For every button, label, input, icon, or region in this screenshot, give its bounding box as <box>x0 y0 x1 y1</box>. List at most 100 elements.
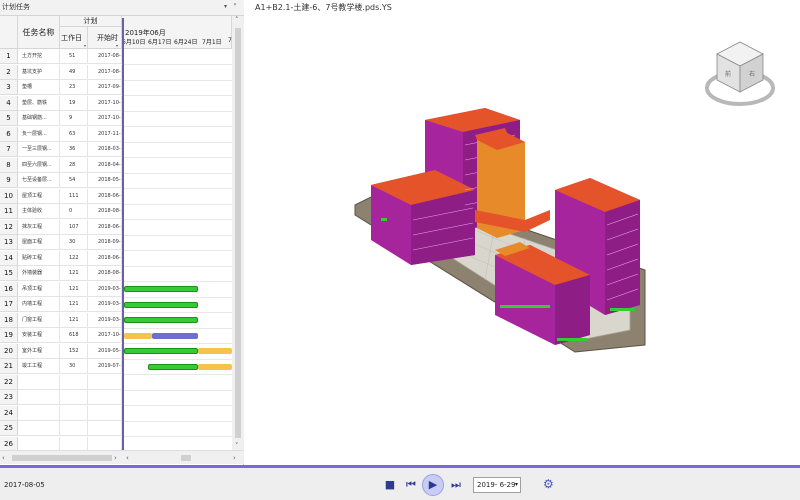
task-name-cell[interactable] <box>18 390 60 405</box>
vertical-scrollbar[interactable]: ˄ ˅ <box>232 16 244 450</box>
start-date-cell[interactable]: 2018-06- <box>88 250 122 266</box>
workdays-cell[interactable] <box>60 374 88 390</box>
workdays-cell[interactable]: 63 <box>60 126 88 142</box>
start-date-cell[interactable] <box>88 374 122 390</box>
workdays-cell[interactable]: 30 <box>60 359 88 374</box>
workdays-cell[interactable]: 19 <box>60 95 88 111</box>
task-name-cell[interactable]: 基础钢筋... <box>18 111 60 126</box>
start-date-cell[interactable]: 2019-05- <box>88 343 122 359</box>
chevron-down-icon[interactable]: ▾ <box>515 478 518 492</box>
workdays-cell[interactable]: 121 <box>60 297 88 312</box>
start-date-cell[interactable]: 2019-03- <box>88 297 122 312</box>
workdays-cell[interactable]: 121 <box>60 312 88 328</box>
start-date-cell[interactable]: 2019-03- <box>88 281 122 297</box>
play-icon[interactable]: ▶ <box>422 474 444 496</box>
task-name-cell[interactable]: 土方开挖 <box>18 49 60 64</box>
start-date-cell[interactable] <box>88 436 122 450</box>
workdays-cell[interactable]: 28 <box>60 157 88 173</box>
gantt-task-bar[interactable] <box>124 301 198 308</box>
task-name-cell[interactable]: 吊顶工程 <box>18 281 60 297</box>
gantt-task-bar[interactable] <box>148 363 198 370</box>
date-picker[interactable]: 2019- 6-29 ▾ <box>473 477 521 493</box>
row-number[interactable]: 4 <box>0 95 18 111</box>
workdays-cell[interactable] <box>60 390 88 405</box>
start-date-cell[interactable]: 2017-09- <box>88 80 122 95</box>
gear-icon[interactable]: ⚙ <box>543 477 554 491</box>
gantt-task-bar[interactable] <box>198 348 232 354</box>
row-number[interactable]: 1 <box>0 49 18 64</box>
task-name-cell[interactable] <box>18 436 60 450</box>
task-name-cell[interactable]: 一至三层钢... <box>18 142 60 157</box>
workdays-cell[interactable]: 23 <box>60 80 88 95</box>
row-number[interactable]: 6 <box>0 126 18 142</box>
task-name-cell[interactable] <box>18 421 60 436</box>
model-viewport[interactable]: A1+B2.1-土建-6、7号教学楼.pds.YS 前 右 <box>245 0 800 465</box>
row-number[interactable]: 22 <box>0 374 18 390</box>
row-number[interactable]: 12 <box>0 219 18 235</box>
workdays-cell[interactable]: 107 <box>60 219 88 235</box>
start-date-cell[interactable]: 2018-06- <box>88 219 122 235</box>
gantt-task-bar[interactable] <box>124 286 198 292</box>
start-date-cell[interactable]: 2017-10- <box>88 95 122 111</box>
sort-arrow-icon[interactable]: ▾ <box>84 43 86 48</box>
row-number[interactable]: 2 <box>0 64 18 80</box>
row-number[interactable]: 13 <box>0 235 18 250</box>
task-name-cell[interactable]: 负一层钢... <box>18 126 60 142</box>
workdays-cell[interactable]: 51 <box>60 49 88 64</box>
row-number[interactable]: 14 <box>0 250 18 266</box>
workdays-cell[interactable]: 54 <box>60 173 88 188</box>
task-name-cell[interactable]: 垫槽 <box>18 80 60 95</box>
scroll-right-icon[interactable]: › <box>233 451 236 465</box>
row-number[interactable]: 20 <box>0 343 18 359</box>
workdays-cell[interactable] <box>60 436 88 450</box>
task-name-cell[interactable]: 贴砖工程 <box>18 250 60 266</box>
row-number[interactable]: 18 <box>0 312 18 328</box>
gantt-task-bar[interactable] <box>124 332 152 339</box>
scroll-left-icon[interactable]: ‹ <box>2 451 5 465</box>
scrollbar-thumb[interactable] <box>181 455 191 461</box>
start-date-cell[interactable]: 2019-03- <box>88 312 122 328</box>
workdays-cell[interactable] <box>60 405 88 421</box>
workdays-cell[interactable]: 30 <box>60 235 88 250</box>
skip-back-icon[interactable]: ⏮ <box>403 477 419 493</box>
task-name-cell[interactable]: 门窗工程 <box>18 312 60 328</box>
task-name-cell[interactable]: 基坑支护 <box>18 64 60 80</box>
task-name-cell[interactable] <box>18 405 60 421</box>
gantt-task-bar[interactable] <box>152 332 198 339</box>
stop-icon[interactable]: ■ <box>382 477 398 493</box>
workdays-cell[interactable]: 9 <box>60 111 88 126</box>
row-number[interactable]: 25 <box>0 421 18 436</box>
start-date-cell[interactable]: 2019-07- <box>88 359 122 374</box>
scrollbar-thumb[interactable] <box>12 455 112 461</box>
workdays-cell[interactable]: 0 <box>60 204 88 219</box>
col-header-task-name[interactable]: 任务名称 <box>18 16 60 49</box>
sort-arrow-icon[interactable]: ▾ <box>116 43 118 48</box>
start-date-cell[interactable]: 2018-08- <box>88 204 122 219</box>
row-number[interactable]: 17 <box>0 297 18 312</box>
scroll-left-icon[interactable]: ‹ <box>126 451 129 465</box>
start-date-cell[interactable] <box>88 390 122 405</box>
task-name-cell[interactable]: 竣工工程 <box>18 359 60 374</box>
start-date-cell[interactable]: 2017-08- <box>88 49 122 64</box>
current-date-line[interactable] <box>122 18 124 463</box>
start-date-cell[interactable]: 2017-10- <box>88 111 122 126</box>
chevron-down-icon[interactable]: ▾ <box>224 3 232 11</box>
workdays-cell[interactable]: 152 <box>60 343 88 359</box>
scrollbar-thumb[interactable] <box>235 28 241 438</box>
row-number[interactable]: 23 <box>0 390 18 405</box>
workdays-cell[interactable]: 122 <box>60 250 88 266</box>
start-date-cell[interactable] <box>88 421 122 436</box>
task-name-cell[interactable]: 屋面工程 <box>18 235 60 250</box>
gantt-task-bar[interactable] <box>124 317 198 323</box>
start-date-cell[interactable]: 2018-06- <box>88 188 122 204</box>
task-name-cell[interactable]: 内墙工程 <box>18 297 60 312</box>
start-date-cell[interactable]: 2017-08- <box>88 64 122 80</box>
start-date-cell[interactable]: 2018-03- <box>88 142 122 157</box>
row-number[interactable]: 8 <box>0 157 18 173</box>
workdays-cell[interactable]: 618 <box>60 328 88 343</box>
horizontal-scrollbar[interactable]: ‹ › ‹ › <box>0 450 244 464</box>
row-number[interactable]: 21 <box>0 359 18 374</box>
row-number[interactable]: 15 <box>0 266 18 281</box>
building-model[interactable] <box>345 90 765 380</box>
task-name-cell[interactable] <box>18 374 60 390</box>
